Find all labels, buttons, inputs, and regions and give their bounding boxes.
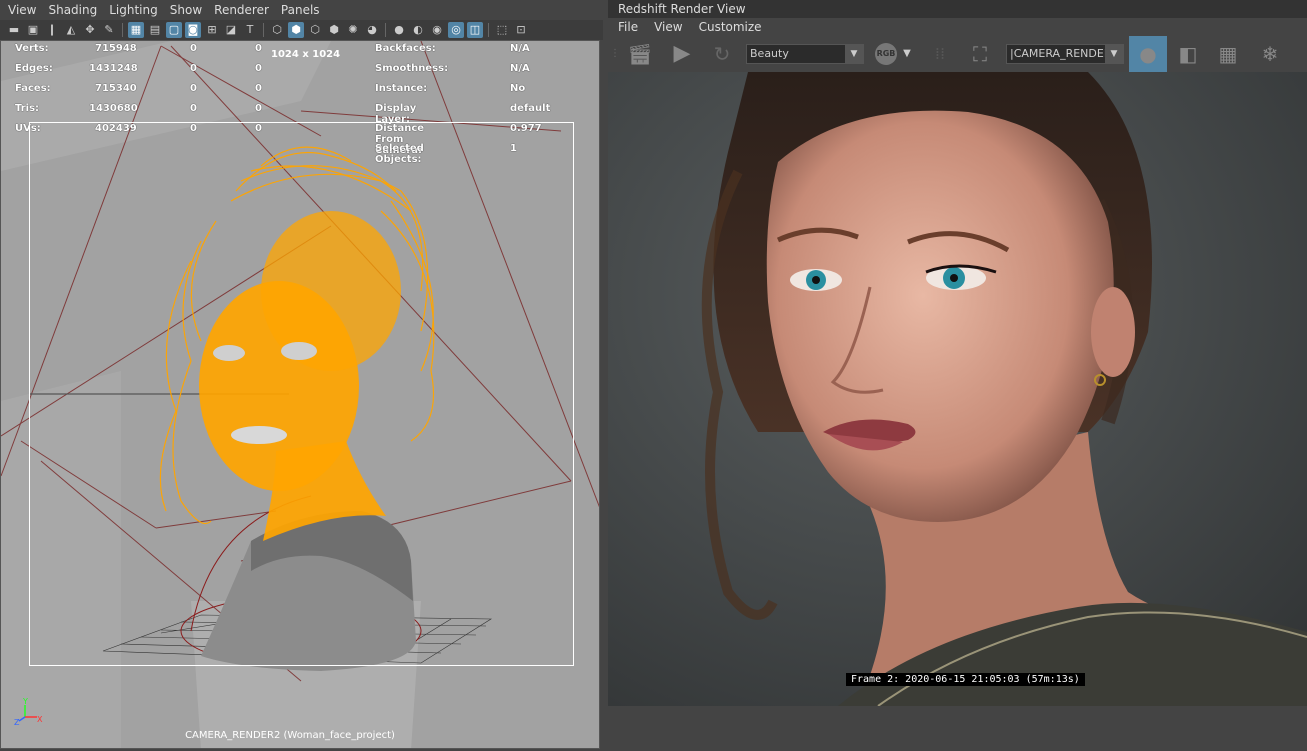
- menu-view[interactable]: View: [654, 20, 682, 34]
- toolbar-grip-icon: ⋮: [610, 48, 620, 59]
- crop-icon[interactable]: ⛶: [966, 40, 994, 68]
- menu-view[interactable]: View: [4, 3, 44, 17]
- toolbar-separator: [385, 23, 386, 37]
- video-camera-icon[interactable]: ◧: [1174, 40, 1202, 68]
- render-view-menubar: File View Customize: [608, 18, 1307, 36]
- chevron-down-icon: ▼: [1105, 45, 1123, 63]
- frame-info-label: Frame 2: 2020-06-15 21:05:03 (57m:13s): [846, 673, 1085, 686]
- toolbar-separator: [488, 23, 489, 37]
- depth-of-field-icon[interactable]: ◎: [448, 22, 464, 38]
- image-plane-icon[interactable]: ◭: [63, 22, 79, 38]
- clapper-icon[interactable]: 🎬︎: [626, 40, 654, 68]
- rendered-portrait: [608, 72, 1307, 706]
- play-render-icon[interactable]: ▶: [668, 40, 696, 68]
- lock-icon[interactable]: ●: [1129, 36, 1167, 72]
- maya-viewport-panel: View Shading Lighting Show Renderer Pane…: [0, 0, 603, 751]
- viewport-canvas[interactable]: Y X Z Verts: 715948 0 0 Edges: 1431248 0…: [0, 40, 600, 749]
- motion-blur-icon[interactable]: ◐: [410, 22, 426, 38]
- viewport-toolbar: ▬ ▣ ❙ ◭ ✥ ✎ ▦ ▤ ▢ ◙ ⊞ ◪ T ⬡ ⬢ ⬡ ⬢ ✺ ◕ ● …: [0, 20, 603, 40]
- lights-icon[interactable]: ✺: [345, 22, 361, 38]
- resolution-gate-icon[interactable]: ▢: [166, 22, 182, 38]
- field-chart-icon[interactable]: ⊞: [204, 22, 220, 38]
- app-root: View Shading Lighting Show Renderer Pane…: [0, 0, 1307, 751]
- menu-customize[interactable]: Customize: [699, 20, 762, 34]
- rgb-channel-icon[interactable]: RGB: [872, 40, 900, 68]
- wireframe-icon[interactable]: ⬡: [269, 22, 285, 38]
- toolbar-separator: [122, 23, 123, 37]
- menu-file[interactable]: File: [618, 20, 638, 34]
- menu-shading[interactable]: Shading: [44, 3, 105, 17]
- grid-icon[interactable]: ▦: [128, 22, 144, 38]
- aov-select[interactable]: Beauty ▼: [746, 44, 864, 64]
- camera-select[interactable]: |CAMERA_RENDER2 ▼: [1006, 44, 1124, 64]
- anti-alias-icon[interactable]: ◉: [429, 22, 445, 38]
- render-view-statusbar: [608, 706, 1307, 751]
- menu-renderer[interactable]: Renderer: [210, 3, 277, 17]
- viewport-menubar: View Shading Lighting Show Renderer Pane…: [0, 0, 603, 20]
- grease-pencil-icon[interactable]: ✎: [101, 22, 117, 38]
- toolbar-separator: [263, 23, 264, 37]
- render-image[interactable]: Frame 2: 2020-06-15 21:05:03 (57m:13s): [608, 72, 1307, 706]
- resolution-gate-frame: [29, 122, 574, 666]
- textured-icon[interactable]: ⬢: [326, 22, 342, 38]
- smooth-shade-icon[interactable]: ⬢: [288, 22, 304, 38]
- chevron-down-icon[interactable]: ▼: [900, 40, 914, 68]
- dots-grid-icon[interactable]: ⁞⁞: [926, 40, 954, 68]
- svg-text:Z: Z: [14, 718, 20, 727]
- camera-select-value: |CAMERA_RENDER2: [1010, 47, 1119, 60]
- snowflake-icon[interactable]: ❄: [1256, 40, 1284, 68]
- camera-name-label: CAMERA_RENDER2 (Woman_face_project): [185, 730, 395, 741]
- grid-view-icon[interactable]: ▦: [1214, 40, 1242, 68]
- gate-mask-icon[interactable]: ◙: [185, 22, 201, 38]
- menu-show[interactable]: Show: [166, 3, 210, 17]
- isolate-select-icon[interactable]: ◫: [467, 22, 483, 38]
- shadows-icon[interactable]: ◕: [364, 22, 380, 38]
- menu-panels[interactable]: Panels: [277, 3, 328, 17]
- menu-lighting[interactable]: Lighting: [105, 3, 166, 17]
- svg-text:Y: Y: [22, 697, 28, 706]
- render-view-toolbar: ⋮ 🎬︎ ▶ ↻ Beauty ▼ RGB ▼ ⁞⁞ ⛶ |CAMERA_REN…: [608, 36, 1307, 72]
- aov-select-value: Beauty: [750, 47, 789, 60]
- xray-joints-icon[interactable]: ⊡: [513, 22, 529, 38]
- chevron-down-icon: ▼: [845, 45, 863, 63]
- safe-title-icon[interactable]: T: [242, 22, 258, 38]
- screen-space-ao-icon[interactable]: ●: [391, 22, 407, 38]
- xray-icon[interactable]: ⬚: [494, 22, 510, 38]
- render-view-title: Redshift Render View: [608, 0, 1307, 18]
- film-gate-icon[interactable]: ▤: [147, 22, 163, 38]
- svg-text:X: X: [37, 715, 43, 724]
- safe-action-icon[interactable]: ◪: [223, 22, 239, 38]
- bookmark-icon[interactable]: ❙: [44, 22, 60, 38]
- wireframe-on-shaded-icon[interactable]: ⬡: [307, 22, 323, 38]
- camera-attr-icon[interactable]: ▣: [25, 22, 41, 38]
- redshift-render-view: Redshift Render View File View Customize…: [608, 0, 1307, 751]
- resolution-label: 1024 x 1024: [271, 49, 341, 60]
- refresh-icon[interactable]: ↻: [708, 40, 736, 68]
- camera-icon[interactable]: ▬: [6, 22, 22, 38]
- pan-zoom-icon[interactable]: ✥: [82, 22, 98, 38]
